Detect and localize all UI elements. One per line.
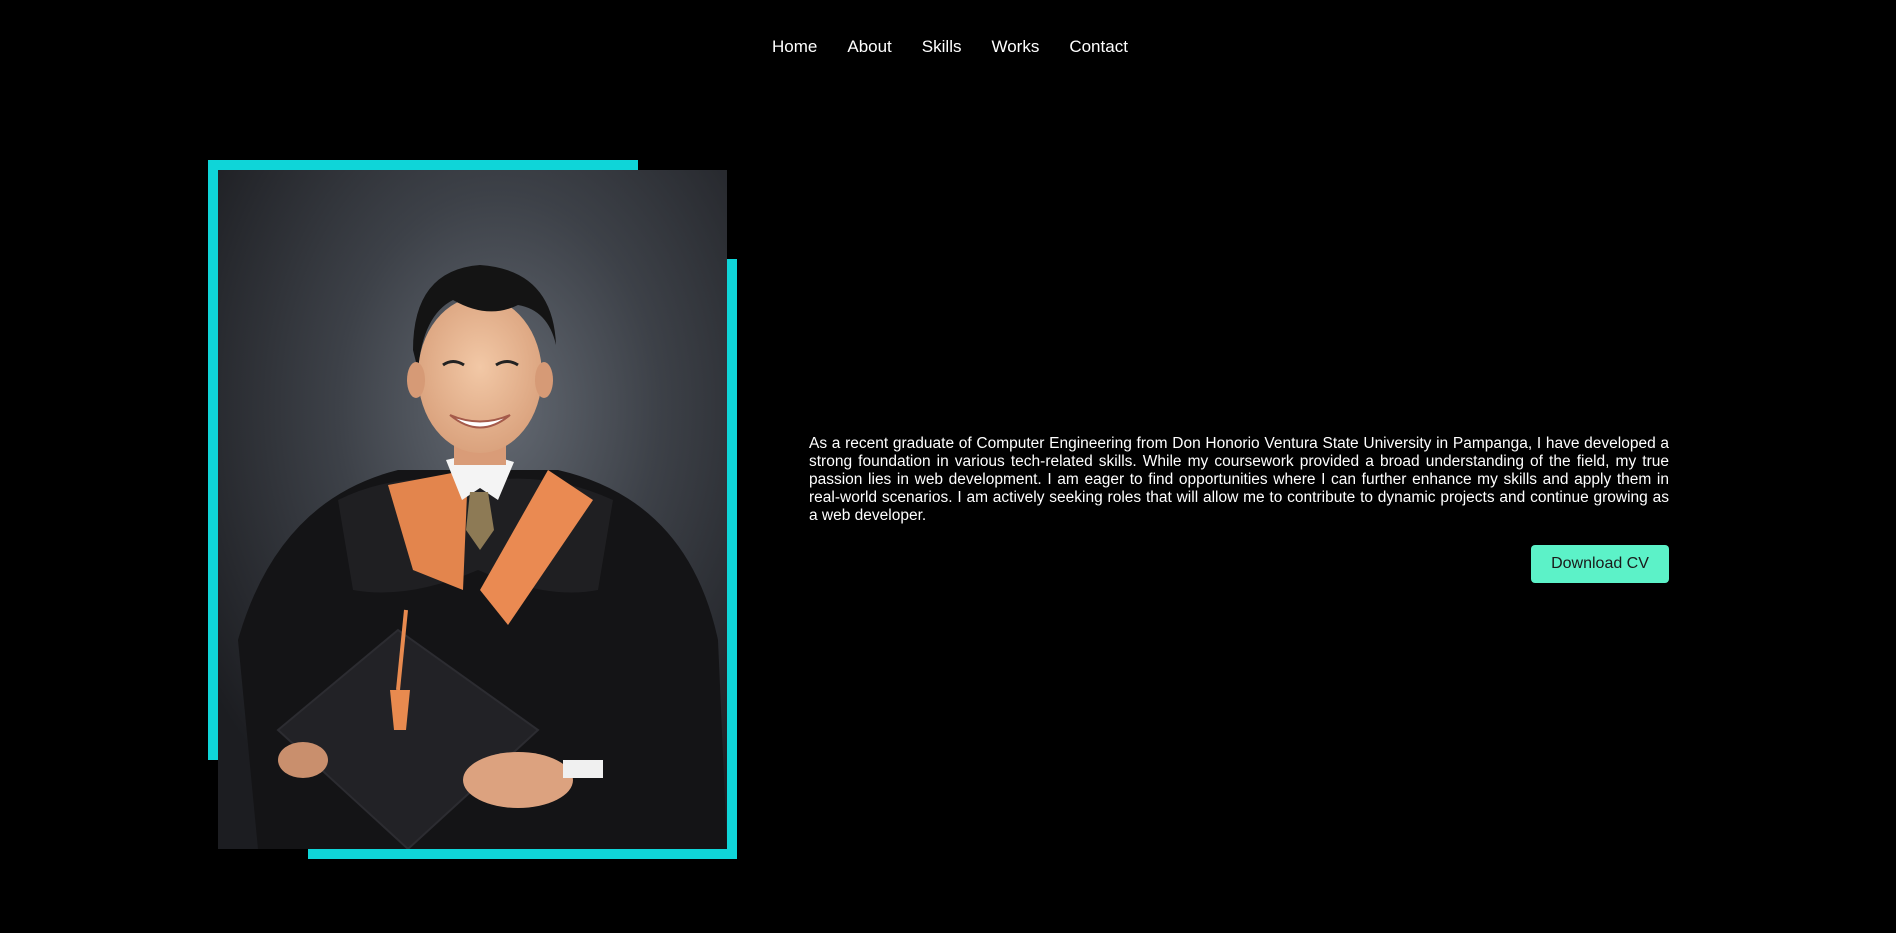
photo-frame-bottom [308, 849, 737, 859]
main-nav: Home About Skills Works Contact [772, 37, 1128, 57]
photo-frame-left [208, 160, 218, 760]
nav-contact-link[interactable]: Contact [1069, 37, 1128, 57]
about-paragraph: As a recent graduate of Computer Enginee… [809, 435, 1669, 524]
nav-home-link[interactable]: Home [772, 37, 817, 57]
about-page: Home About Skills Works Contact As a rec… [0, 0, 1896, 933]
nav-skills-link[interactable]: Skills [922, 37, 962, 57]
nav-works-link[interactable]: Works [991, 37, 1039, 57]
photo-frame-right [727, 259, 737, 859]
graduate-portrait-image [218, 170, 727, 849]
photo-frame-top [208, 160, 638, 170]
download-cv-button[interactable]: Download CV [1531, 545, 1669, 583]
nav-about-link[interactable]: About [847, 37, 891, 57]
profile-photo [218, 170, 727, 849]
